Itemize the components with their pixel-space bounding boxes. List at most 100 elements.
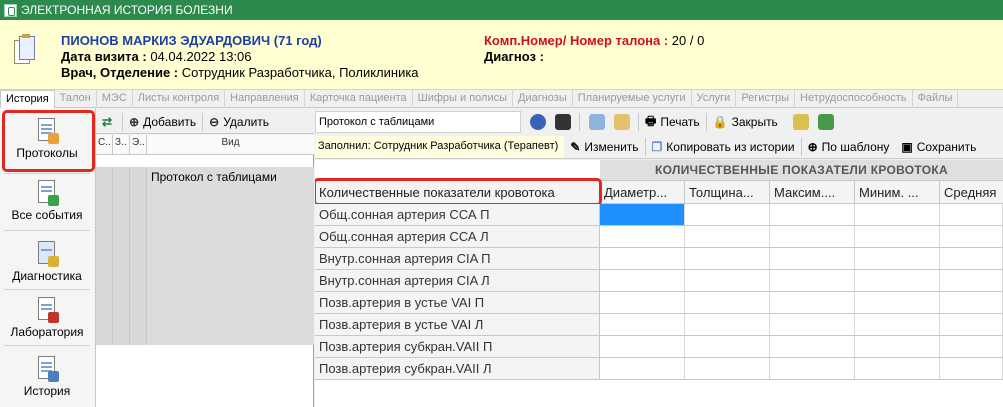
sidebar-item-history[interactable]: История xyxy=(0,354,94,398)
sidebar-item-label: Диагностика xyxy=(12,269,82,283)
protocol-actions-bar: Заполнил: Сотрудник Разработчика (Терапе… xyxy=(315,135,1003,159)
table-cell[interactable] xyxy=(770,248,855,269)
table-group-title: КОЛИЧЕСТВЕННЫЕ ПОКАЗАТЕЛИ КРОВОТОКА xyxy=(600,160,1003,180)
info-icon[interactable] xyxy=(530,114,546,130)
tab-registers[interactable]: Регистры xyxy=(736,90,796,108)
table-cell[interactable] xyxy=(600,204,685,225)
col-header-type[interactable]: Вид xyxy=(147,135,314,155)
save-button[interactable]: ▣ Сохранить xyxy=(895,140,982,154)
table-cell[interactable] xyxy=(685,292,770,313)
save-disk-icon[interactable] xyxy=(555,114,571,130)
col-header-s[interactable]: С.. xyxy=(96,135,113,155)
protocols-grid: С.. З.. Э.. Вид Протокол с таблицами xyxy=(96,135,314,407)
tab-referrals[interactable]: Направления xyxy=(225,90,305,108)
table-cell[interactable] xyxy=(770,336,855,357)
table-cell[interactable] xyxy=(940,314,1003,335)
table-cell[interactable] xyxy=(770,314,855,335)
tab-files[interactable]: Файлы xyxy=(913,90,959,108)
tab-control-lists[interactable]: Листы контроля xyxy=(133,90,226,108)
close-button[interactable]: 🔒 Закрыть xyxy=(707,115,784,129)
table-cell[interactable] xyxy=(685,248,770,269)
table-cell[interactable] xyxy=(685,358,770,379)
edit-label: Изменить xyxy=(584,139,639,154)
table-cell[interactable] xyxy=(940,292,1003,313)
col-header-e[interactable]: Э.. xyxy=(130,135,147,155)
table-cell[interactable] xyxy=(855,358,940,379)
add-button[interactable]: ⊕ Добавить xyxy=(123,115,202,129)
table-cell[interactable] xyxy=(940,226,1003,247)
col-header-diameter[interactable]: Диаметр... xyxy=(600,181,685,203)
table-cell[interactable] xyxy=(940,358,1003,379)
table-cell[interactable] xyxy=(770,358,855,379)
table-cell[interactable] xyxy=(685,270,770,291)
lab-icon xyxy=(35,295,59,323)
table-cell[interactable] xyxy=(855,292,940,313)
table-cell[interactable] xyxy=(685,314,770,335)
table-cell[interactable] xyxy=(855,248,940,269)
table-row: Позв.артерия субкран.VAII П xyxy=(315,336,1003,358)
col-header-min[interactable]: Миним. ... xyxy=(855,181,940,203)
refresh-button[interactable]: ⇄ xyxy=(96,115,122,129)
table-cell[interactable] xyxy=(940,336,1003,357)
table-cell[interactable] xyxy=(600,314,685,335)
sidebar-item-laboratory[interactable]: Лаборатория xyxy=(0,295,94,339)
by-template-button[interactable]: ⊕ По шаблону xyxy=(802,140,896,154)
tab-mes[interactable]: МЭС xyxy=(97,90,133,108)
tab-disability[interactable]: Нетрудоспособность xyxy=(795,90,913,108)
tab-codes-policies[interactable]: Шифры и полисы xyxy=(413,90,513,108)
table-cell[interactable] xyxy=(600,336,685,357)
col-header-max[interactable]: Максим.... xyxy=(770,181,855,203)
table-row[interactable]: Протокол с таблицами xyxy=(96,167,314,345)
sidebar-item-label: Лаборатория xyxy=(10,325,84,339)
table-cell[interactable] xyxy=(940,204,1003,225)
table-cell[interactable] xyxy=(770,270,855,291)
copy-from-history-button[interactable]: ❐ Копировать из истории xyxy=(646,140,801,154)
col-header-mean[interactable]: Средняя xyxy=(940,181,1003,203)
table-cell[interactable] xyxy=(600,270,685,291)
edit-button[interactable]: ✎ Изменить xyxy=(564,140,644,154)
sidebar-item-diagnostics[interactable]: Диагностика xyxy=(0,239,94,283)
refresh-icon: ⇄ xyxy=(102,114,113,129)
paste-icon[interactable] xyxy=(614,114,630,130)
table-cell[interactable] xyxy=(855,270,940,291)
table-cell[interactable] xyxy=(940,270,1003,291)
tab-diagnoses[interactable]: Диагнозы xyxy=(513,90,573,108)
tab-planned-services[interactable]: Планируемые услуги xyxy=(573,90,692,108)
delete-button[interactable]: ⊖ Удалить xyxy=(203,115,275,129)
protocols-toolbar: ⇄ ⊕ Добавить ⊖ Удалить xyxy=(96,110,314,134)
row-label: Позв.артерия в устье VAI П xyxy=(315,292,600,313)
attach-icon[interactable] xyxy=(817,114,834,130)
table-cell[interactable] xyxy=(600,292,685,313)
row-label: Внутр.сонная артерия CIA П xyxy=(315,248,600,269)
table-cell[interactable] xyxy=(685,336,770,357)
tab-services[interactable]: Услуги xyxy=(692,90,737,108)
table-cell[interactable] xyxy=(855,336,940,357)
tab-talon[interactable]: Талон xyxy=(55,90,97,108)
copy-history-label: Копировать из истории xyxy=(666,139,795,154)
table-cell[interactable] xyxy=(855,204,940,225)
sidebar-item-all-events[interactable]: Все события xyxy=(0,178,94,222)
table-cell[interactable] xyxy=(855,226,940,247)
print-button[interactable]: 🖶 Печать xyxy=(639,112,706,133)
table-cell[interactable] xyxy=(600,358,685,379)
events-doc-icon xyxy=(35,178,59,206)
table-cell[interactable] xyxy=(940,248,1003,269)
col-header-thickness[interactable]: Толщина... xyxy=(685,181,770,203)
table-cell[interactable] xyxy=(600,248,685,269)
copy-history-icon: ❐ xyxy=(651,139,663,154)
col-header-z[interactable]: З.. xyxy=(113,135,130,155)
table-cell[interactable] xyxy=(770,226,855,247)
table-cell[interactable] xyxy=(600,226,685,247)
save-label: Сохранить xyxy=(916,139,977,154)
tab-patient-card[interactable]: Карточка пациента xyxy=(305,90,413,108)
table-cell[interactable] xyxy=(855,314,940,335)
copy-icon[interactable] xyxy=(589,114,605,130)
table-cell[interactable] xyxy=(685,204,770,225)
table-cell[interactable] xyxy=(770,292,855,313)
table-cell[interactable] xyxy=(685,226,770,247)
row-label: Общ.сонная артерия ССА Л xyxy=(315,226,600,247)
protocol-toolbar: Протокол с таблицами 🖶 Печать 🔒 Закрыть xyxy=(315,110,1003,134)
table-cell[interactable] xyxy=(770,204,855,225)
tab-history[interactable]: История xyxy=(0,90,55,108)
sign-icon[interactable] xyxy=(792,114,809,130)
